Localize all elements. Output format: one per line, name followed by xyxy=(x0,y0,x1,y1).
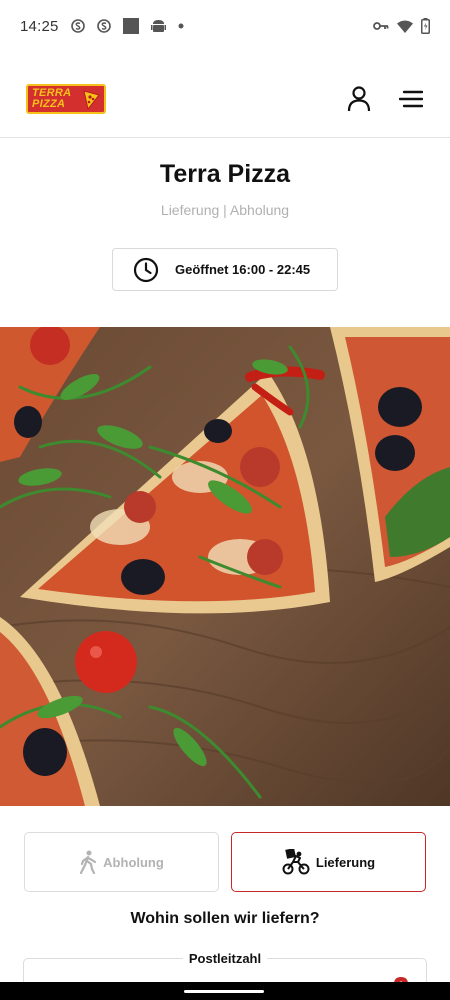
pizza-slice-icon xyxy=(83,89,100,110)
pickup-button[interactable]: Abholung xyxy=(24,832,219,892)
app-header: TERRA PIZZA xyxy=(0,60,450,138)
walking-person-icon xyxy=(80,850,97,874)
home-gesture-handle[interactable] xyxy=(184,990,264,993)
status-bar: 14:25 xyxy=(0,0,450,52)
wifi-icon xyxy=(397,20,413,33)
menu-icon[interactable] xyxy=(396,84,426,114)
shop-title: Terra Pizza xyxy=(159,160,291,188)
system-nav-bar xyxy=(0,982,450,1000)
opening-hours-text: Geöffnet 16:00 - 22:45 xyxy=(175,262,311,277)
logo[interactable]: TERRA PIZZA xyxy=(26,83,106,114)
pickup-label: Abholung xyxy=(103,854,164,870)
status-time: 14:25 xyxy=(20,17,59,35)
clock-icon xyxy=(133,257,159,282)
square-icon xyxy=(122,18,139,34)
dot-icon xyxy=(178,23,184,29)
shop-subtitle: Lieferung | Abholung xyxy=(160,202,290,218)
delivery-label: Lieferung xyxy=(315,854,376,870)
vpn-key-icon xyxy=(373,20,389,32)
s-icon xyxy=(70,19,85,33)
user-icon[interactable] xyxy=(344,84,374,114)
delivery-question: Wohin sollen wir liefern? xyxy=(130,910,320,927)
hero-pizza-image xyxy=(0,327,450,806)
delivery-button[interactable]: Lieferung xyxy=(231,832,426,892)
opening-hours-box[interactable]: Geöffnet 16:00 - 22:45 xyxy=(112,248,338,291)
android-icon xyxy=(150,18,166,34)
battery-icon xyxy=(421,18,430,34)
postcode-label-wrap: Postleitzahl xyxy=(0,951,450,966)
postcode-label: Postleitzahl xyxy=(182,951,268,966)
delivery-bike-icon xyxy=(282,849,310,875)
s-icon xyxy=(96,19,111,33)
